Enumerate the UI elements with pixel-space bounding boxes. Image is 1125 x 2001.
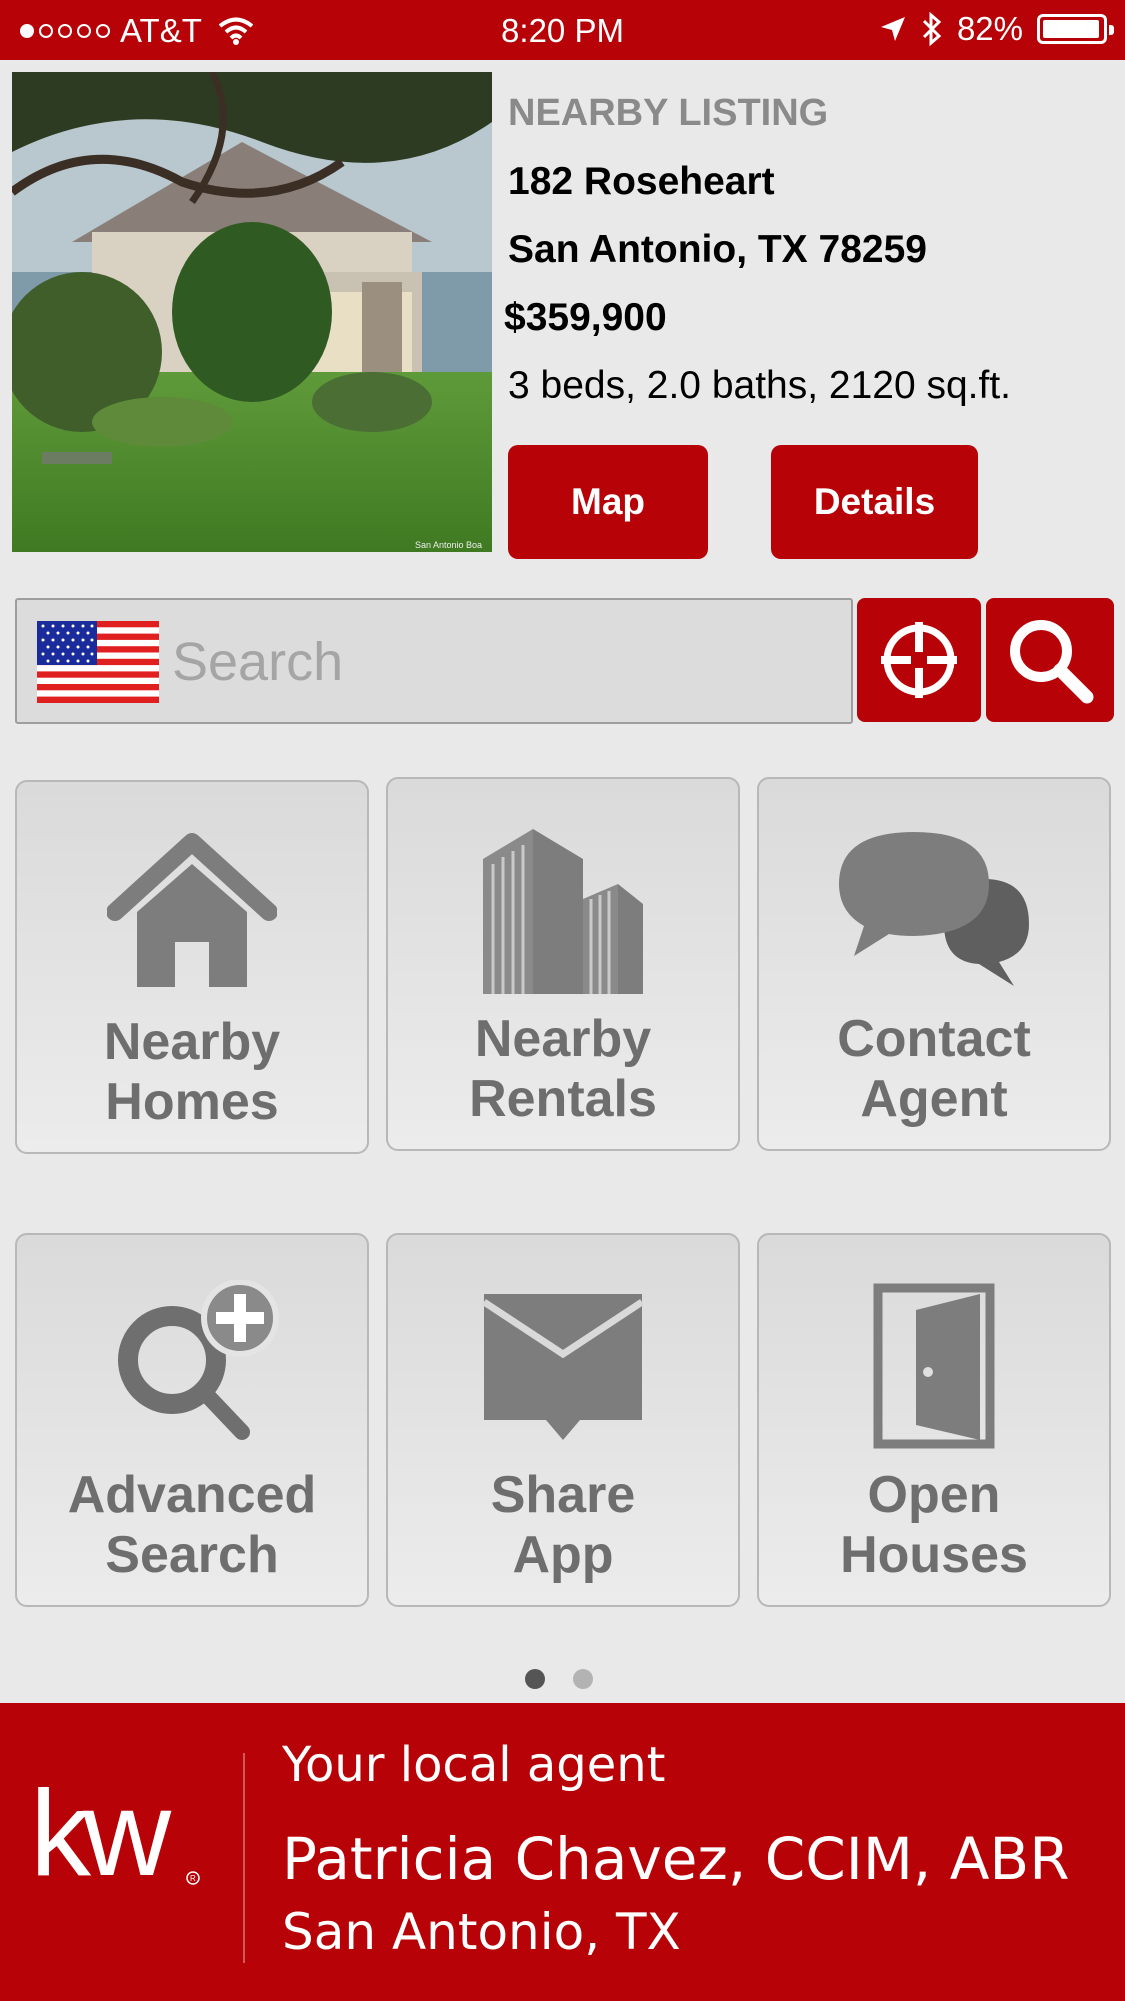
search-button[interactable]: [986, 598, 1114, 722]
contact-agent-tile[interactable]: Contact Agent: [757, 777, 1111, 1151]
svg-text:R: R: [190, 1874, 196, 1883]
door-icon: [873, 1283, 995, 1449]
tile-label-line1: Open: [867, 1466, 1001, 1524]
agent-name: Patricia Chavez, CCIM, ABR: [282, 1825, 1070, 1893]
details-button[interactable]: Details: [771, 445, 978, 559]
listing-price: $359,900: [504, 296, 667, 339]
search-icon: [1010, 620, 1094, 704]
tile-icon-wrap: [17, 1275, 367, 1455]
agent-tagline: Your local agent: [282, 1737, 666, 1793]
tile-icon-wrap: [759, 1275, 1109, 1455]
locate-me-button[interactable]: [857, 598, 981, 722]
page-indicator-dot-active[interactable]: [525, 1669, 545, 1689]
chat-bubbles-icon: [839, 832, 1029, 986]
tile-label-line2: Search: [105, 1526, 279, 1584]
listing-photo[interactable]: San Antonio Boa: [12, 72, 492, 552]
status-right: 82%: [879, 10, 1114, 48]
agent-footer[interactable]: kw R Your local agent Patricia Chavez, C…: [0, 1703, 1125, 2001]
tile-label-line1: Nearby: [103, 1013, 281, 1071]
bluetooth-icon: [922, 12, 942, 46]
tile-label-line1: Share: [490, 1466, 636, 1524]
tile-icon-wrap: [388, 819, 738, 999]
envelope-icon: [482, 1294, 644, 1440]
search-bar[interactable]: [15, 598, 853, 724]
location-arrow-icon: [880, 17, 905, 41]
tile-label: Open Houses: [759, 1465, 1109, 1585]
tile-label-line2: Agent: [860, 1070, 1008, 1128]
tile-label: Contact Agent: [759, 1009, 1109, 1129]
advanced-search-tile[interactable]: Advanced Search: [15, 1233, 369, 1607]
listing-specs: 3 beds, 2.0 baths, 2120 sq.ft.: [508, 364, 1012, 407]
search-input[interactable]: [172, 620, 832, 704]
kw-logo: kw R: [30, 1775, 200, 1895]
tile-icon-wrap: [388, 1275, 738, 1455]
status-bar: AT&T 8:20 PM 82%: [0, 0, 1125, 60]
share-app-tile[interactable]: Share App: [386, 1233, 740, 1607]
buildings-icon: [483, 829, 643, 994]
tile-label-line1: Advanced: [67, 1466, 317, 1524]
photo-credit: San Antonio Boa: [415, 540, 482, 550]
tile-label: Nearby Homes: [17, 1012, 367, 1132]
tile-label: Nearby Rentals: [388, 1009, 738, 1129]
us-flag-icon[interactable]: [37, 621, 159, 703]
crosshair-icon: [881, 622, 957, 698]
tile-label-line2: Rentals: [469, 1070, 657, 1128]
house-photo-image: San Antonio Boa: [12, 72, 492, 552]
tile-icon-wrap: [759, 819, 1109, 999]
tile-label-line1: Nearby: [474, 1010, 652, 1068]
agent-location: San Antonio, TX: [282, 1903, 681, 1961]
nearby-homes-tile[interactable]: Nearby Homes: [15, 780, 369, 1154]
map-button[interactable]: Map: [508, 445, 708, 559]
battery-fill: [1043, 20, 1099, 38]
tile-label-line1: Contact: [837, 1010, 1031, 1068]
nearby-rentals-tile[interactable]: Nearby Rentals: [386, 777, 740, 1151]
tile-label: Advanced Search: [17, 1465, 367, 1585]
battery-icon: [1037, 14, 1114, 44]
kw-logo-text: kw: [30, 1775, 172, 1895]
search-plus-icon: [118, 1280, 279, 1440]
open-houses-tile[interactable]: Open Houses: [757, 1233, 1111, 1607]
listing-address-line1: 182 Roseheart: [508, 160, 775, 203]
page-indicator-dot[interactable]: [573, 1669, 593, 1689]
battery-nub: [1109, 25, 1114, 35]
house-icon: [107, 833, 277, 987]
battery-percent: 82%: [956, 10, 1023, 47]
listing-section-label: NEARBY LISTING: [508, 92, 829, 134]
footer-divider: [243, 1753, 245, 1963]
tile-label-line2: Homes: [105, 1073, 279, 1131]
listing-address-line2: San Antonio, TX 78259: [508, 228, 927, 271]
tile-icon-wrap: [17, 822, 367, 1002]
tile-label-line2: Houses: [840, 1526, 1028, 1584]
tile-label: Share App: [388, 1465, 738, 1585]
tile-label-line2: App: [512, 1526, 614, 1584]
